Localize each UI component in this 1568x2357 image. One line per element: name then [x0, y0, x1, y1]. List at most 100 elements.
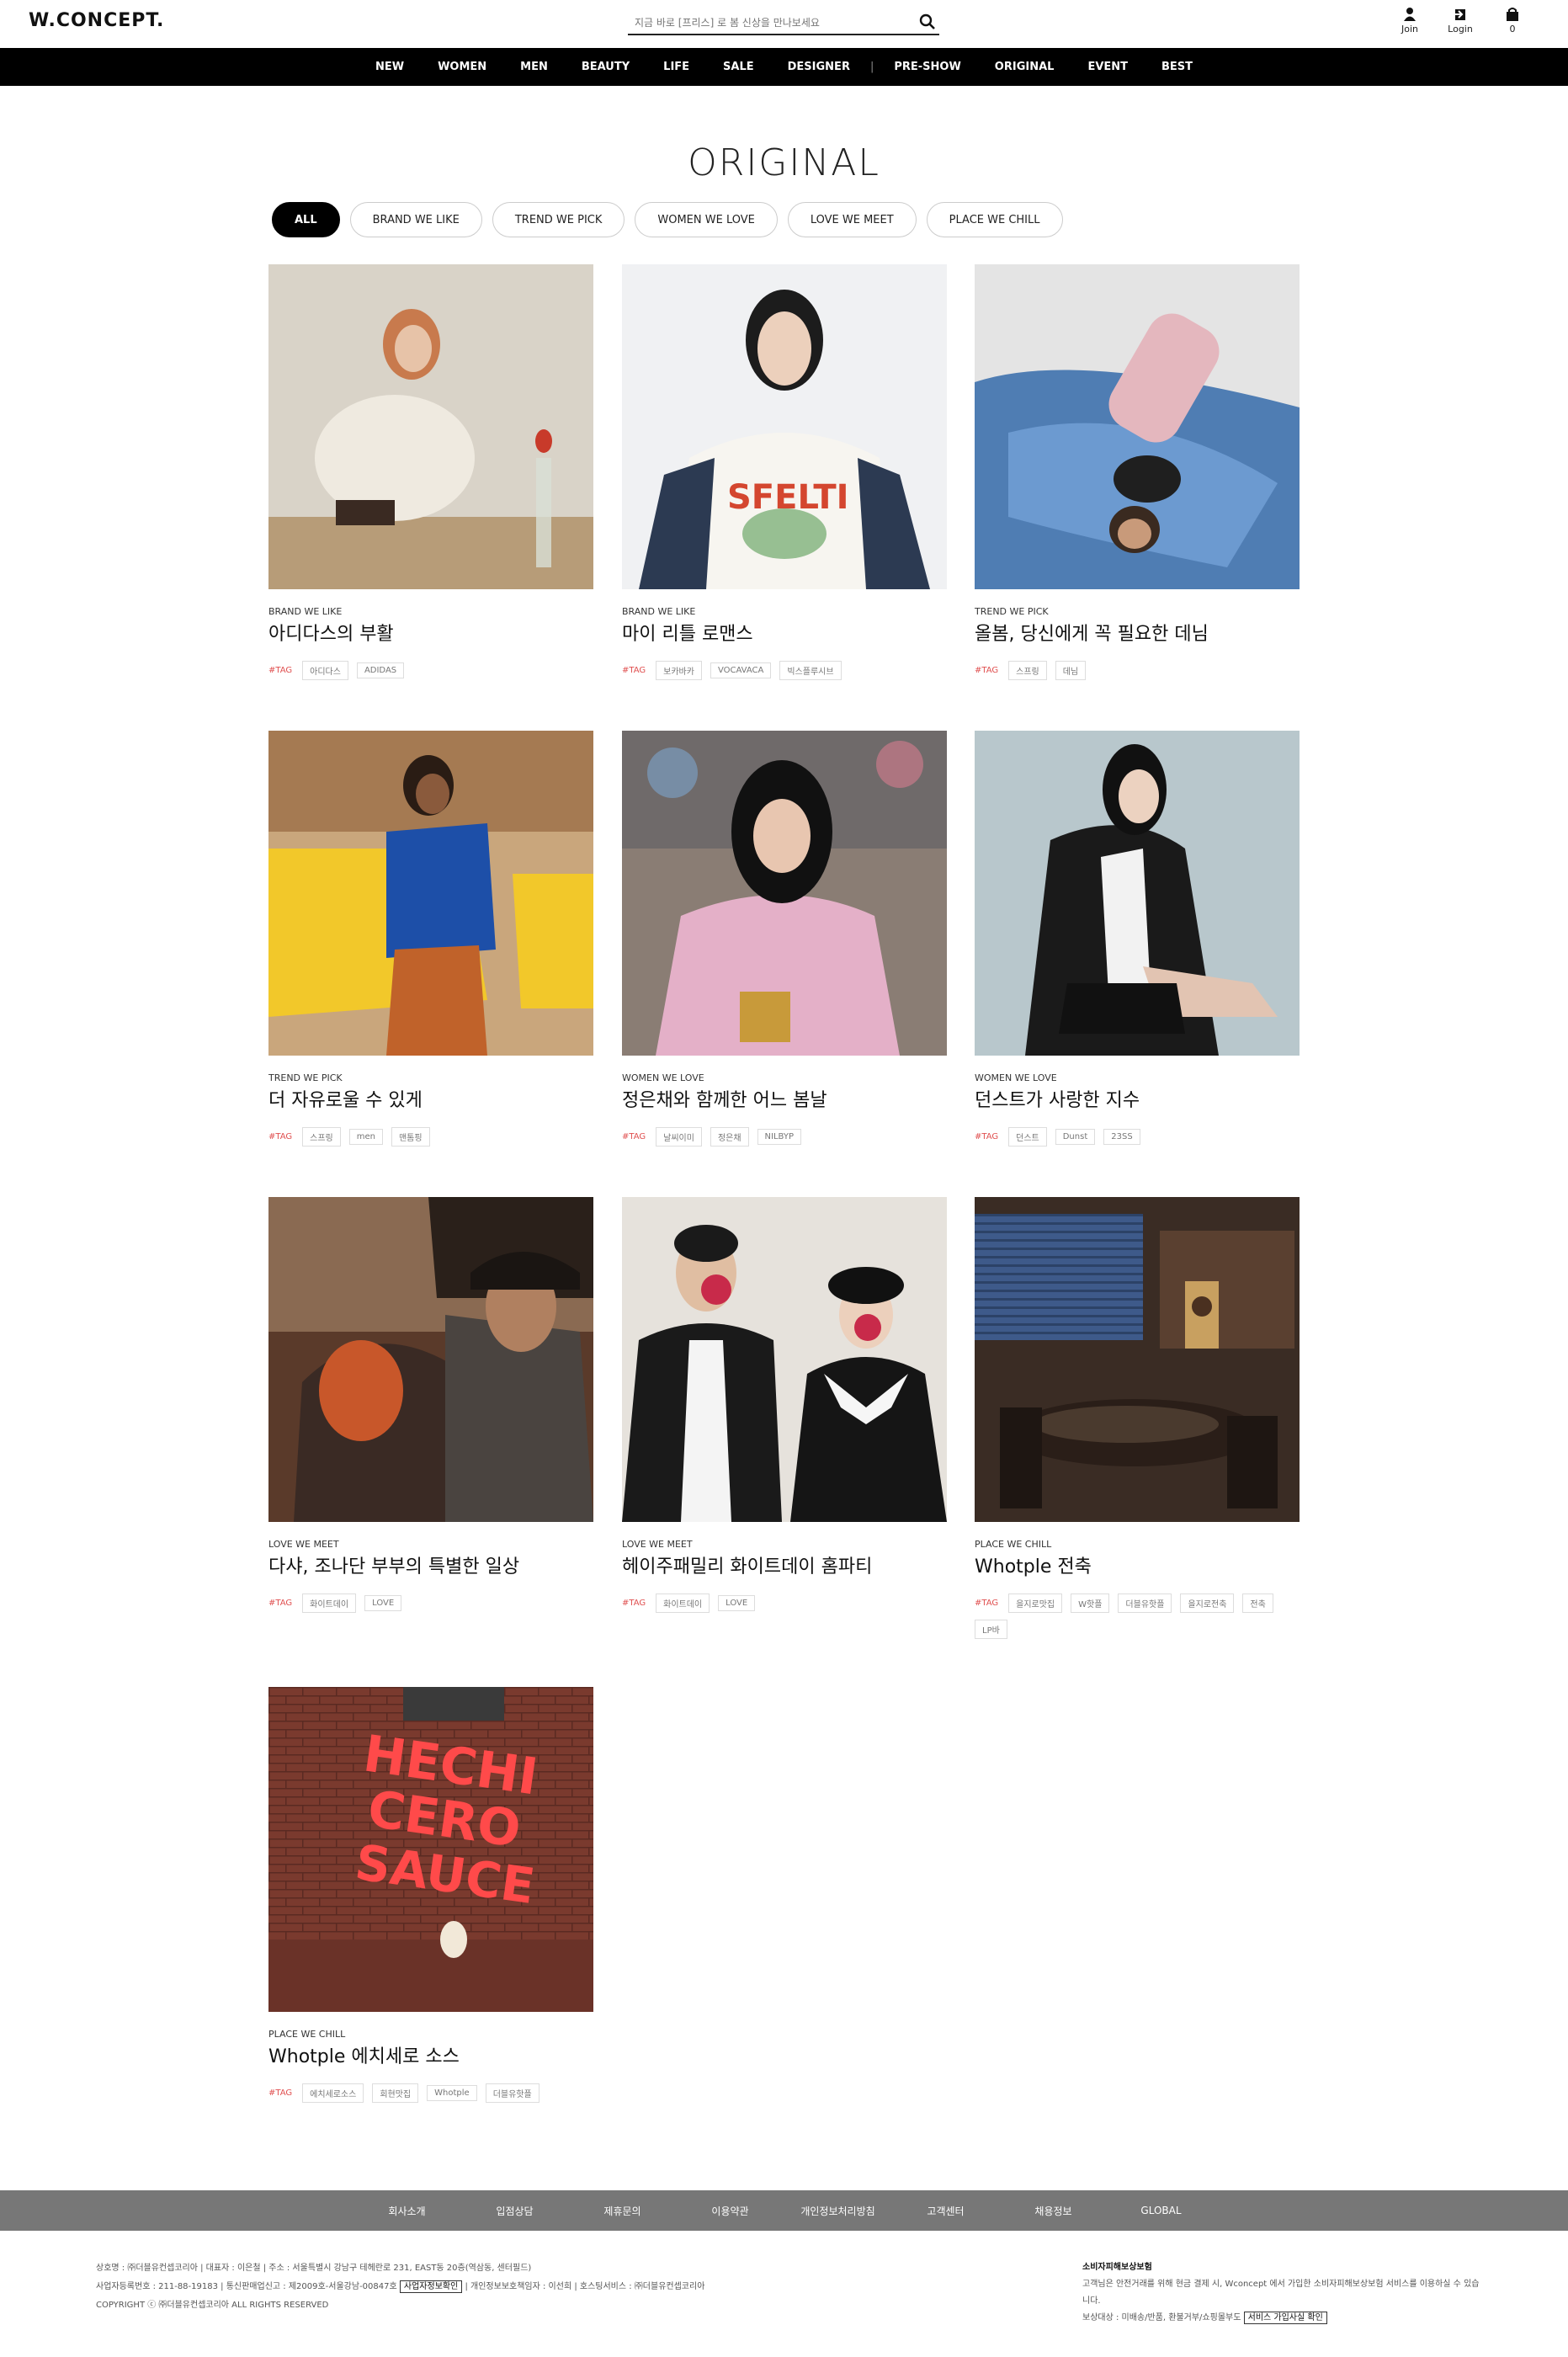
- article-image[interactable]: HECHI CERO SAUCE: [268, 1687, 593, 2012]
- search-bar: [628, 10, 939, 35]
- filter-all[interactable]: ALL: [272, 202, 340, 237]
- page-title: ORIGINAL: [688, 141, 880, 184]
- join-button[interactable]: Join: [1389, 7, 1431, 35]
- article-title[interactable]: 다샤, 조나단 부부의 특별한 일상: [268, 1551, 593, 1578]
- tag[interactable]: 23SS: [1103, 1129, 1140, 1145]
- article-card[interactable]: LOVE WE MEET 다샤, 조나단 부부의 특별한 일상 #TAG 화이트…: [268, 1197, 593, 1613]
- tag[interactable]: 아디다스: [302, 661, 348, 680]
- nav-item-new[interactable]: NEW: [359, 61, 421, 73]
- filter-brand-we-like[interactable]: BRAND WE LIKE: [349, 202, 482, 237]
- article-card[interactable]: HECHI CERO SAUCE PLACE WE CHILL Whotple …: [268, 1687, 593, 2103]
- article-title[interactable]: 마이 리틀 로맨스: [622, 619, 947, 646]
- footer-info-text: 사업자등록번호 : 211-88-19183 | 통신판매업신고 : 제2009…: [96, 2282, 397, 2291]
- tag[interactable]: Whotple: [427, 2085, 477, 2101]
- filter-place-we-chill[interactable]: PLACE WE CHILL: [926, 202, 1063, 237]
- article-image[interactable]: [268, 1197, 593, 1522]
- article-image[interactable]: SFELTI: [622, 264, 947, 589]
- article-card[interactable]: WOMEN WE LOVE 던스트가 사랑한 지수 #TAG 던스트 Dunst…: [975, 731, 1300, 1147]
- tag[interactable]: 맨톰핑: [391, 1127, 430, 1147]
- business-info-button[interactable]: 사업자정보확인: [399, 2280, 463, 2293]
- article-title[interactable]: 더 자유로울 수 있게: [268, 1085, 593, 1112]
- tag[interactable]: 보카바카: [656, 661, 702, 680]
- login-label: Login: [1448, 24, 1473, 35]
- tag[interactable]: 스프링: [302, 1127, 341, 1147]
- article-title[interactable]: 올봄, 당신에게 꼭 필요한 데님: [975, 619, 1300, 646]
- article-image[interactable]: [268, 264, 593, 589]
- nav-item-beauty[interactable]: BEAUTY: [565, 61, 646, 73]
- tag[interactable]: LOVE: [364, 1595, 402, 1611]
- tag[interactable]: LOVE: [718, 1595, 756, 1611]
- footer-link-careers[interactable]: 채용정보: [1000, 2204, 1108, 2218]
- nav-item-event[interactable]: EVENT: [1071, 61, 1145, 73]
- article-title[interactable]: Whotple 에치세로 소스: [268, 2041, 593, 2068]
- article-card[interactable]: WOMEN WE LOVE 정은채와 함께한 어느 봄날 #TAG 날씨이미 정…: [622, 731, 947, 1147]
- article-image[interactable]: [268, 731, 593, 1056]
- article-image[interactable]: [622, 1197, 947, 1522]
- tag[interactable]: VOCAVACA: [710, 662, 772, 678]
- article-card[interactable]: TREND WE PICK 더 자유로울 수 있게 #TAG 스프링 men 맨…: [268, 731, 593, 1147]
- footer-insurance-info: 소비자피해보상보험 고객님은 안전거래를 위해 현금 결제 시, Wconcep…: [1082, 2259, 1486, 2327]
- nav-item-men[interactable]: MEN: [503, 61, 565, 73]
- login-button[interactable]: Login: [1439, 7, 1481, 35]
- footer-company-info: 상호명 : ㈜더블유컨셉코리아 | 대표자 : 이은철 | 주소 : 서울특별시…: [96, 2259, 853, 2315]
- nav-item-life[interactable]: LIFE: [646, 61, 706, 73]
- tag[interactable]: 더블유핫플: [485, 2083, 539, 2103]
- article-card[interactable]: PLACE WE CHILL Whotple 전축 #TAG 을지로맛집 W핫플…: [975, 1197, 1300, 1639]
- article-title[interactable]: 헤이주패밀리 화이트데이 홈파티: [622, 1551, 947, 1578]
- footer-link-privacy[interactable]: 개인정보처리방침: [784, 2204, 892, 2218]
- cart-button[interactable]: 0: [1491, 7, 1533, 35]
- article-card[interactable]: LOVE WE MEET 헤이주패밀리 화이트데이 홈파티 #TAG 화이트데이…: [622, 1197, 947, 1613]
- article-card[interactable]: SFELTI BRAND WE LIKE 마이 리틀 로맨스 #TAG 보카바카…: [622, 264, 947, 680]
- tag[interactable]: 에치세로소스: [302, 2083, 364, 2103]
- nav-item-women[interactable]: WOMEN: [421, 61, 503, 73]
- site-logo[interactable]: W.CONCEPT.: [29, 10, 164, 31]
- tag[interactable]: 스프링: [1008, 661, 1047, 680]
- article-card[interactable]: BRAND WE LIKE 아디다스의 부활 #TAG 아디다스 ADIDAS: [268, 264, 593, 680]
- footer-link-customer-center[interactable]: 고객센터: [892, 2204, 1000, 2218]
- article-image[interactable]: [975, 1197, 1300, 1522]
- filter-women-we-love[interactable]: WOMEN WE LOVE: [635, 202, 778, 237]
- nav-item-best[interactable]: BEST: [1145, 61, 1209, 73]
- tag[interactable]: 화이트데이: [656, 1594, 710, 1613]
- tag[interactable]: Dunst: [1055, 1129, 1096, 1145]
- tag[interactable]: 화이트데이: [302, 1594, 357, 1613]
- footer-link-partnership[interactable]: 입점상담: [461, 2204, 569, 2218]
- tag[interactable]: 정은채: [710, 1127, 749, 1147]
- tag[interactable]: 더블유핫플: [1118, 1594, 1172, 1613]
- footer-link-company[interactable]: 회사소개: [353, 2204, 461, 2218]
- article-image[interactable]: [975, 264, 1300, 589]
- article-image[interactable]: [975, 731, 1300, 1056]
- nav-item-designer[interactable]: DESIGNER: [771, 61, 867, 73]
- tag[interactable]: 을지로전축: [1180, 1594, 1235, 1613]
- tag[interactable]: 데님: [1055, 661, 1087, 680]
- footer-link-global[interactable]: GLOBAL: [1108, 2205, 1215, 2216]
- article-title[interactable]: Whotple 전축: [975, 1551, 1300, 1578]
- nav-item-sale[interactable]: SALE: [706, 61, 771, 73]
- nav-item-pre-show[interactable]: PRE-SHOW: [877, 61, 977, 73]
- tag[interactable]: ADIDAS: [356, 662, 405, 678]
- article-card[interactable]: TREND WE PICK 올봄, 당신에게 꼭 필요한 데님 #TAG 스프링…: [975, 264, 1300, 680]
- tag[interactable]: 던스트: [1008, 1127, 1047, 1147]
- tag[interactable]: 을지로맛집: [1008, 1594, 1063, 1613]
- search-icon[interactable]: [919, 13, 936, 30]
- tag[interactable]: 회현맛집: [372, 2083, 419, 2103]
- tag[interactable]: 빅스플루시브: [779, 661, 842, 680]
- insurance-check-button[interactable]: 서비스 가입사실 확인: [1243, 2312, 1327, 2324]
- article-title[interactable]: 던스트가 사랑한 지수: [975, 1085, 1300, 1112]
- tag[interactable]: men: [348, 1129, 383, 1145]
- search-input[interactable]: [635, 13, 904, 32]
- filter-trend-we-pick[interactable]: TREND WE PICK: [492, 202, 625, 237]
- article-title[interactable]: 정은채와 함께한 어느 봄날: [622, 1085, 947, 1112]
- nav-item-original[interactable]: ORIGINAL: [978, 61, 1071, 73]
- article-image[interactable]: [622, 731, 947, 1056]
- tag[interactable]: 날씨이미: [656, 1127, 702, 1147]
- tag[interactable]: 전축: [1242, 1594, 1273, 1613]
- join-label: Join: [1401, 24, 1418, 35]
- tag[interactable]: NILBYP: [757, 1129, 801, 1145]
- footer-link-terms[interactable]: 이용약관: [677, 2204, 784, 2218]
- article-title[interactable]: 아디다스의 부활: [268, 619, 593, 646]
- footer-link-affiliate[interactable]: 제휴문의: [569, 2204, 677, 2218]
- tag[interactable]: W핫플: [1071, 1594, 1110, 1613]
- filter-love-we-meet[interactable]: LOVE WE MEET: [787, 202, 917, 237]
- tag[interactable]: LP바: [975, 1620, 1007, 1639]
